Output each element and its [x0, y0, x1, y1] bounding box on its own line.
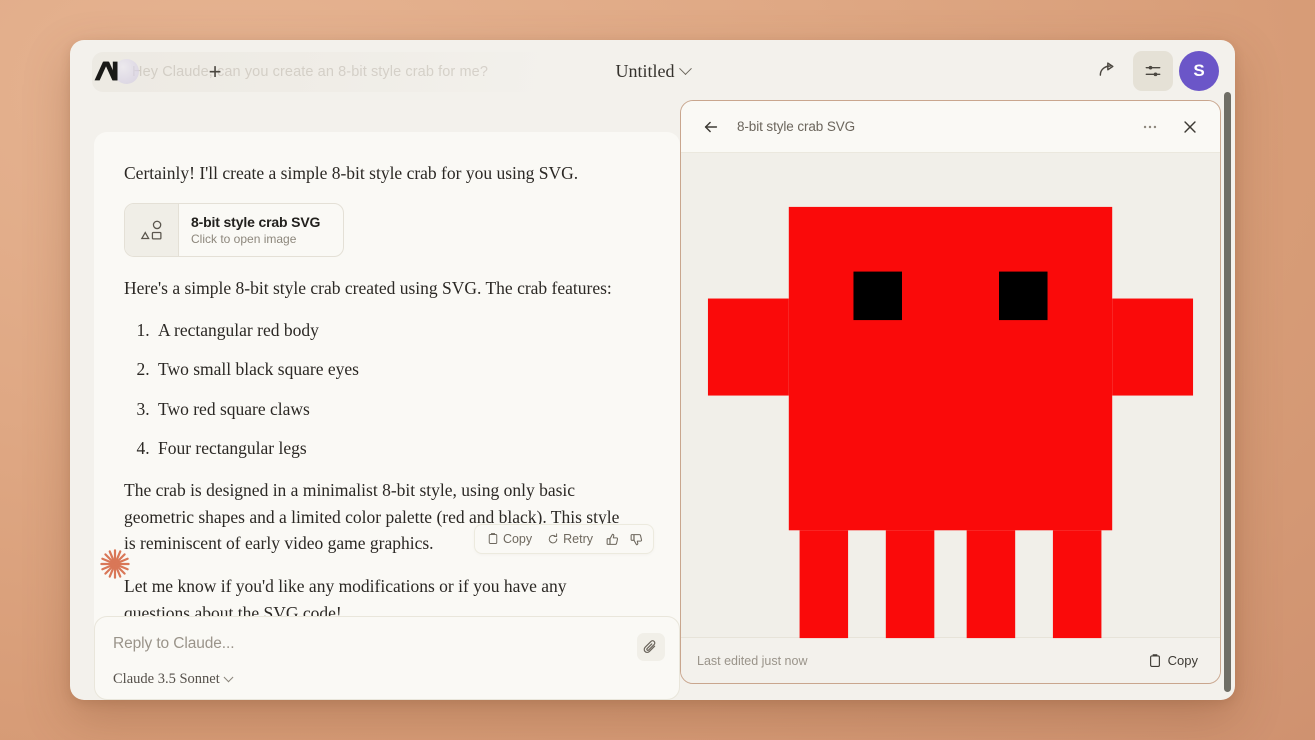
crab-leg-3 — [966, 530, 1016, 639]
chevron-down-icon — [223, 672, 234, 683]
reply-input[interactable]: Reply to Claude... — [113, 635, 661, 653]
model-selector[interactable]: Claude 3.5 Sonnet — [113, 671, 234, 688]
settings-button[interactable] — [1133, 51, 1173, 91]
assistant-intro-text: Certainly! I'll create a simple 8-bit st… — [124, 163, 579, 183]
assistant-message: Certainly! I'll create a simple 8-bit st… — [94, 132, 680, 644]
message-composer[interactable]: Reply to Claude... Claude 3.5 Sonnet — [94, 616, 680, 700]
sliders-icon — [1145, 65, 1161, 77]
new-chat-button[interactable]: + — [203, 60, 227, 84]
artifact-title: 8-bit style crab SVG — [737, 119, 856, 134]
crab-shapes — [707, 206, 1194, 639]
crab-leg-4 — [1052, 530, 1102, 639]
thumbs-down-icon — [630, 533, 643, 545]
artifact-panel: 8-bit style crab SVG Last edited just no… — [680, 100, 1221, 684]
copy-button[interactable]: Copy — [481, 529, 538, 549]
claude-sunburst-icon — [100, 549, 130, 579]
artifact-back-button[interactable] — [697, 113, 725, 141]
crab-right-claw — [1112, 298, 1194, 396]
chat-column: Certainly! I'll create a simple 8-bit st… — [94, 102, 680, 700]
message-action-bar: Copy Retry — [473, 524, 654, 554]
arrow-left-icon — [704, 121, 718, 132]
artifact-canvas — [681, 153, 1220, 639]
features-list: A rectangular red body Two small black s… — [154, 317, 650, 461]
thumbs-up-button[interactable] — [602, 530, 623, 549]
artifact-close-button[interactable] — [1176, 113, 1204, 141]
retry-button-label: Retry — [563, 532, 593, 546]
copy-icon — [488, 533, 498, 544]
list-item: Two red square claws — [154, 396, 650, 422]
artifact-chip-text: 8-bit style crab SVG Click to open image — [179, 204, 332, 256]
features-intro-text: Here's a simple 8-bit style crab created… — [124, 277, 612, 298]
anthropic-logo — [94, 61, 118, 81]
app-window: Hey Claude, can you create an 8-bit styl… — [70, 40, 1235, 700]
artifact-header: 8-bit style crab SVG — [681, 101, 1220, 153]
ellipsis-icon — [1143, 125, 1157, 128]
list-item: Two small black square eyes — [154, 356, 650, 382]
list-item: Four rectangular legs — [154, 435, 650, 461]
ghost-user-message-bubble: Hey Claude, can you create an 8-bit styl… — [92, 52, 547, 92]
artifact-chip-subtitle: Click to open image — [191, 231, 297, 246]
close-icon — [1184, 120, 1196, 133]
list-item: A rectangular red body — [154, 317, 650, 343]
crab-eye-right — [999, 271, 1048, 321]
copy-button-label: Copy — [502, 532, 533, 546]
artifact-more-button[interactable] — [1136, 113, 1164, 141]
crab-leg-2 — [885, 530, 935, 639]
retry-button[interactable]: Retry — [541, 529, 599, 549]
chevron-down-icon — [678, 61, 692, 75]
crab-body — [788, 206, 1113, 531]
paperclip-icon — [643, 640, 656, 654]
crab-leg-1 — [799, 530, 849, 639]
share-button[interactable] — [1087, 51, 1127, 91]
retry-icon — [548, 533, 558, 544]
user-avatar[interactable]: S — [1179, 51, 1219, 91]
attach-file-button[interactable] — [637, 633, 665, 661]
crab-eye-left — [853, 271, 902, 321]
thumbs-down-button[interactable] — [626, 530, 647, 549]
crab-left-claw — [707, 298, 789, 396]
ghost-user-message-text: Hey Claude, can you create an 8-bit styl… — [132, 64, 488, 80]
thumbs-up-icon — [606, 533, 619, 545]
document-title[interactable]: Untitled — [616, 61, 675, 82]
top-bar-actions: S — [1087, 40, 1219, 102]
top-bar: Hey Claude, can you create an 8-bit styl… — [70, 40, 1235, 102]
model-name: Claude 3.5 Sonnet — [113, 671, 220, 687]
artifact-chip-title: 8-bit style crab SVG — [191, 213, 321, 230]
crab-svg-illustration — [707, 206, 1194, 639]
artifact-chip-icon-box — [125, 203, 179, 256]
share-icon — [1099, 62, 1114, 76]
shapes-icon — [140, 220, 162, 240]
window-scrollbar[interactable] — [1224, 92, 1231, 692]
artifact-chip[interactable]: 8-bit style crab SVG Click to open image — [124, 202, 344, 257]
